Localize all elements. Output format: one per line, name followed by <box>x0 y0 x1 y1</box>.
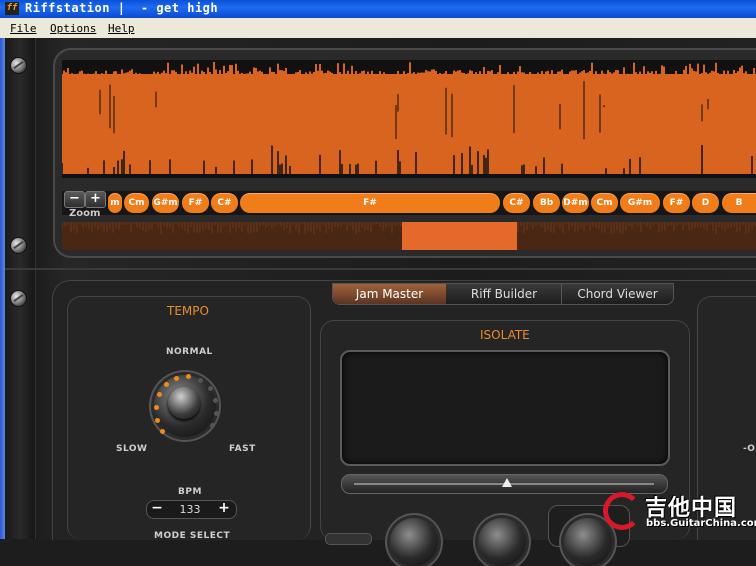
chord-pill[interactable]: F# <box>182 193 209 213</box>
chord-pill[interactable]: Bb <box>533 193 560 213</box>
waveform-fill <box>62 74 756 174</box>
tempo-title: TEMPO <box>167 304 209 318</box>
rack-rail <box>5 38 36 539</box>
screw-icon <box>11 238 26 253</box>
bpm-increase-button[interactable]: + <box>215 501 233 518</box>
menu-file[interactable]: File <box>10 22 37 35</box>
overview-selection <box>402 222 517 250</box>
chord-pill[interactable]: F# <box>240 193 500 213</box>
waveform-overview[interactable] <box>62 222 756 250</box>
chord-pill[interactable]: F# <box>663 193 690 213</box>
zoom-in-button[interactable]: + <box>85 191 106 208</box>
waveform-main[interactable] <box>62 60 756 178</box>
watermark-url: bbs.GuitarChina.com <box>646 518 756 529</box>
watermark-logo: 吉他中国 bbs.GuitarChina.com <box>601 488 756 539</box>
isolate-knob-left[interactable] <box>390 518 438 566</box>
menu-options[interactable]: Options <box>50 22 96 35</box>
mode-tabs: Jam Master Riff Builder Chord Viewer <box>332 283 674 305</box>
right-panel-label: -O <box>743 444 756 454</box>
rack-divider <box>5 268 756 270</box>
menu-help[interactable]: Help <box>108 22 135 35</box>
isolate-title: ISOLATE <box>480 328 530 342</box>
chord-pill[interactable]: Cm <box>124 193 149 213</box>
chord-pill[interactable]: G#m <box>620 193 660 213</box>
chord-pill[interactable]: C# <box>503 193 530 213</box>
window-title: Riffstation | - get high <box>25 1 219 15</box>
tempo-slow-label: SLOW <box>116 444 148 454</box>
tab-jam-master[interactable]: Jam Master <box>333 284 446 304</box>
chord-pill[interactable]: D#m <box>562 193 589 213</box>
app-icon: ff <box>5 2 19 15</box>
isolate-display <box>340 350 670 466</box>
zoom-label: Zoom <box>69 208 101 219</box>
knob-cap <box>168 387 200 419</box>
bpm-value: 133 <box>179 503 201 516</box>
tempo-fast-label: FAST <box>229 444 256 454</box>
mode-select-label: MODE SELECT <box>154 531 231 541</box>
overview-graphic <box>62 222 756 250</box>
chord-pill[interactable]: C# <box>211 193 238 213</box>
isolate-knob-center[interactable] <box>478 518 526 566</box>
waveform-graphic <box>62 62 756 178</box>
zoom-out-button[interactable]: − <box>64 191 85 208</box>
title-bar: ff Riffstation | - get high <box>0 0 756 18</box>
bpm-decrease-button[interactable]: − <box>148 501 166 518</box>
tab-riff-builder[interactable]: Riff Builder <box>447 284 562 304</box>
chord-pill[interactable]: D <box>692 193 719 213</box>
tempo-normal-label: NORMAL <box>166 347 213 357</box>
screw-icon <box>11 291 26 306</box>
guitar-logo-icon <box>603 492 641 530</box>
chord-pill[interactable]: Cm <box>591 193 618 213</box>
screw-icon <box>11 58 26 73</box>
chord-pill[interactable]: G#m <box>152 193 179 213</box>
slider-thumb[interactable] <box>502 478 512 487</box>
isolate-button[interactable] <box>325 533 372 545</box>
chord-pill[interactable]: B <box>722 193 756 213</box>
menu-bar: File Options Help <box>0 18 756 39</box>
chord-pill[interactable]: m <box>108 193 122 213</box>
bpm-label: BPM <box>178 487 202 497</box>
tab-chord-viewer[interactable]: Chord Viewer <box>562 284 673 304</box>
